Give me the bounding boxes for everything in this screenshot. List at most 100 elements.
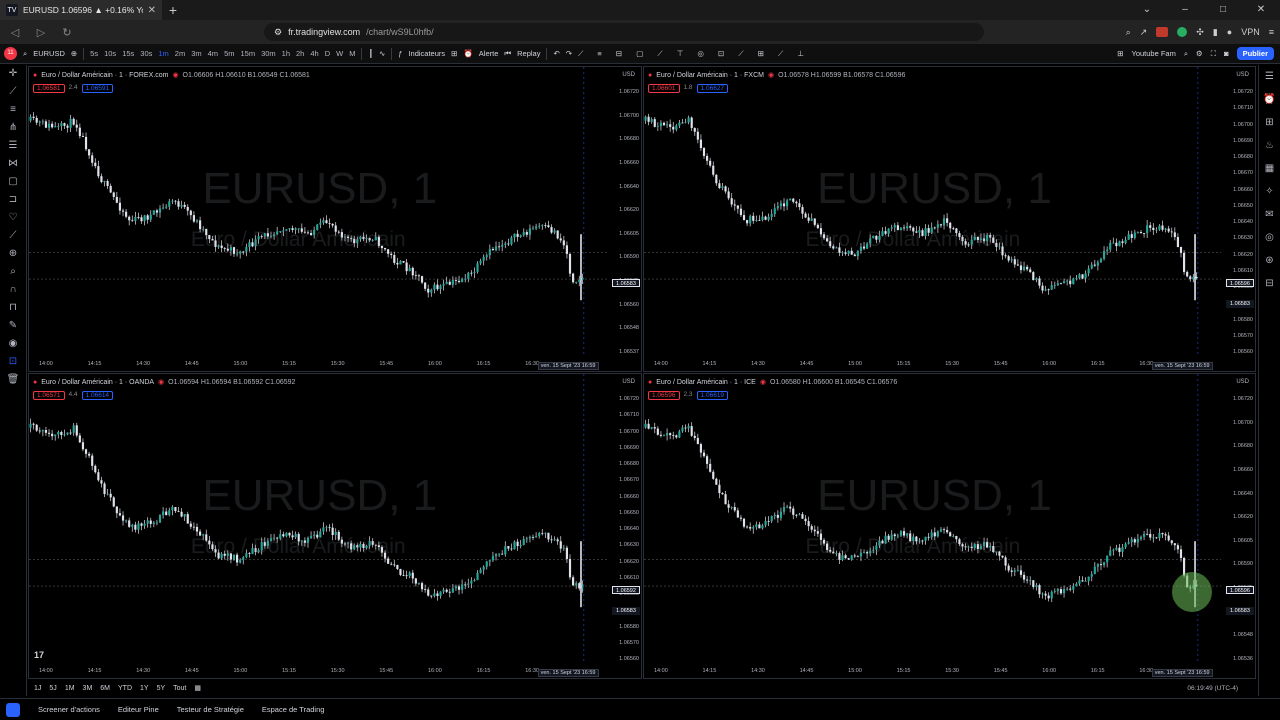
alerts-icon[interactable]: ⏰ xyxy=(1259,88,1280,111)
measure-icon[interactable]: ⊕ xyxy=(0,245,26,263)
chart-legend[interactable]: ● Euro / Dollar Américain · 1 · ICE ◉ O1.06… xyxy=(648,378,897,387)
timeframe-5s[interactable]: 5s xyxy=(90,49,98,58)
browser-tab[interactable]: TV EURUSD 1.06596 ▲ +0.16% Youtube Fam ✕ xyxy=(0,0,162,20)
alert-icon[interactable]: ⏰ xyxy=(463,49,472,58)
replay-button[interactable]: Replay xyxy=(517,49,540,58)
chart-pane-ice[interactable]: EURUSD, 1 Euro / Dollar Américain ● Euro / … xyxy=(643,373,1256,679)
chart-pane-fxcm[interactable]: EURUSD, 1 Euro / Dollar Américain ● Euro / … xyxy=(643,66,1256,372)
range-3m[interactable]: 3M xyxy=(83,685,93,692)
range-5j[interactable]: 5J xyxy=(49,685,56,692)
range-ytd[interactable]: YTD xyxy=(118,685,132,692)
line-style-icon[interactable]: ∿ xyxy=(379,49,385,58)
timeframe-M[interactable]: M xyxy=(349,49,355,58)
sell-button[interactable]: 1.06581 xyxy=(33,84,65,93)
ruler-icon[interactable]: ⟋ xyxy=(0,227,26,245)
timeframe-10s[interactable]: 10s xyxy=(104,49,116,58)
indicators-icon[interactable]: ƒ xyxy=(398,49,402,58)
timeframe-30s[interactable]: 30s xyxy=(140,49,152,58)
chart-legend[interactable]: ● Euro / Dollar Américain · 1 · FOREX.com… xyxy=(33,71,310,80)
trendline-icon[interactable]: ⟋ xyxy=(0,83,26,101)
puzzle-icon[interactable]: ✣ xyxy=(1196,27,1204,38)
watchlist-icon[interactable]: ☰ xyxy=(1259,65,1280,88)
buy-button[interactable]: 1.06614 xyxy=(81,391,114,400)
symbol-search-button[interactable]: EURUSD xyxy=(33,49,65,58)
alert-button[interactable]: Alerte xyxy=(479,49,499,58)
forward-icon[interactable]: ▷ xyxy=(32,26,50,39)
drawing-tools-icon[interactable]: ⟋ ≡ ⊟ ▢ ⟋ ⊤ ◎ ⊡ ⟋ ⊞ ⟋ ⊥ xyxy=(578,49,810,59)
signal-icon[interactable]: ⊛ xyxy=(1259,249,1280,272)
footer-tab-trading-panel[interactable]: Espace de Trading xyxy=(262,705,325,714)
candlestick-chart[interactable] xyxy=(644,374,1255,678)
gann-icon[interactable]: ⋈ xyxy=(0,155,26,173)
price-axis[interactable]: 1.06720 1.06700 1.06680 1.06660 1.06640 1.066… xyxy=(611,67,641,371)
streams-icon[interactable]: ◎ xyxy=(1259,226,1280,249)
publish-button[interactable]: Publier xyxy=(1236,47,1274,60)
range-6m[interactable]: 6M xyxy=(100,685,110,692)
indicators-button[interactable]: Indicateurs xyxy=(408,49,445,58)
data-window-icon[interactable]: ⊞ xyxy=(1259,111,1280,134)
compare-icon[interactable]: ⊕ xyxy=(71,49,77,58)
shapes-icon[interactable]: ▢ xyxy=(0,173,26,191)
minimize-button[interactable]: – xyxy=(1166,0,1204,20)
symbol-search-icon[interactable]: ⌕ xyxy=(23,49,27,59)
layout-name-button[interactable]: Youtube Fam xyxy=(1132,49,1176,58)
range-1j[interactable]: 1J xyxy=(34,685,41,692)
fullscreen-icon[interactable]: ⛶ xyxy=(1211,49,1216,59)
profile-icon[interactable]: ● xyxy=(1227,27,1232,37)
back-icon[interactable]: ◁ xyxy=(6,26,24,39)
site-info-icon[interactable]: ⚙ xyxy=(274,27,282,38)
legend-title[interactable]: Euro / Dollar Américain · 1 · FXCM xyxy=(656,72,764,79)
legend-eye-icon[interactable]: ◉ xyxy=(158,378,164,386)
redo-icon[interactable]: ↷ xyxy=(566,49,572,58)
timeframe-2m[interactable]: 2m xyxy=(175,49,185,58)
extension-green-icon[interactable] xyxy=(1177,27,1188,37)
window-chevron-icon[interactable]: ⌄ xyxy=(1128,0,1166,20)
sell-button[interactable]: 1.06571 xyxy=(33,391,65,400)
range-5y[interactable]: 5Y xyxy=(157,685,166,692)
settings-icon[interactable]: ⚙ xyxy=(1196,49,1203,58)
replay-icon[interactable]: ⏮ xyxy=(504,49,511,59)
lock-icon[interactable]: ⊓ xyxy=(0,299,26,317)
timeframe-1h[interactable]: 1h xyxy=(282,49,290,58)
timeframe-4m[interactable]: 4m xyxy=(208,49,218,58)
footer-tab-strategy-tester[interactable]: Testeur de Stratégie xyxy=(177,705,244,714)
close-window-button[interactable]: ✕ xyxy=(1242,0,1280,20)
timeframe-2h[interactable]: 2h xyxy=(296,49,304,58)
templates-icon[interactable]: ⊞ xyxy=(451,49,457,58)
search-icon[interactable]: ⌕ xyxy=(1184,49,1188,59)
candlestick-chart[interactable] xyxy=(29,67,641,371)
chart-pane-forex[interactable]: EURUSD, 1 Euro / Dollar Américain ● Euro / … xyxy=(28,66,642,372)
annotation-icon[interactable]: ⊐ xyxy=(0,191,26,209)
crosshair-icon[interactable]: ✛ xyxy=(0,65,26,83)
footer-tab-pine-editor[interactable]: Editeur Pine xyxy=(118,705,159,714)
timeframe-1m[interactable]: 1m xyxy=(158,49,168,58)
price-axis[interactable]: 1.06720 1.06700 1.06680 1.06660 1.06640 1.066… xyxy=(1225,374,1255,678)
url-field[interactable]: ⚙ fr.tradingview.com/chart/wS9L0hfb/ xyxy=(264,23,984,41)
magnet-icon[interactable]: ∩ xyxy=(0,281,26,299)
buy-button[interactable]: 1.06591 xyxy=(81,84,114,93)
clock[interactable]: 06:19:49 (UTC-4) xyxy=(1187,685,1258,692)
horizontal-lines-icon[interactable]: ≡ xyxy=(0,101,26,119)
link-icon[interactable]: ⊡ xyxy=(0,353,26,371)
pitchfork-icon[interactable]: ⋔ xyxy=(0,119,26,137)
user-avatar[interactable]: 11 xyxy=(4,47,17,60)
legend-title[interactable]: Euro / Dollar Américain · 1 · FOREX.com xyxy=(41,72,168,79)
timeframe-5m[interactable]: 5m xyxy=(224,49,234,58)
range-tout[interactable]: Tout xyxy=(173,685,186,692)
timeframe-4h[interactable]: 4h xyxy=(310,49,318,58)
notifications-icon[interactable]: ⊟ xyxy=(1259,272,1280,295)
calendar-icon[interactable]: ▦ xyxy=(1259,157,1280,180)
buy-button[interactable]: 1.06619 xyxy=(696,391,729,400)
camera-icon[interactable]: ◙ xyxy=(1224,49,1229,58)
sell-button[interactable]: 1.06596 xyxy=(648,391,680,400)
timeframe-15m[interactable]: 15m xyxy=(240,49,255,58)
legend-eye-icon[interactable]: ◉ xyxy=(768,71,774,79)
legend-eye-icon[interactable]: ◉ xyxy=(172,71,178,79)
chart-pane-oanda[interactable]: EURUSD, 1 Euro / Dollar Américain ● Euro / … xyxy=(28,373,642,679)
trash-icon[interactable]: 🗑 xyxy=(0,371,26,389)
reload-icon[interactable]: ↻ xyxy=(58,26,76,39)
timeframe-D[interactable]: D xyxy=(325,49,330,58)
vpn-button[interactable]: VPN xyxy=(1241,27,1260,37)
bar-style-icon[interactable]: ┃ xyxy=(368,49,373,58)
range-1m[interactable]: 1M xyxy=(65,685,75,692)
